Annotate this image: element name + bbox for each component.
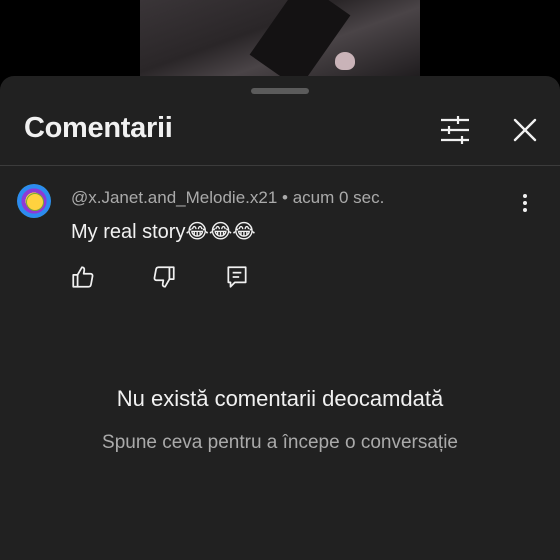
drag-handle[interactable] (251, 88, 309, 94)
dislike-button[interactable] (151, 264, 177, 290)
close-icon (513, 118, 537, 142)
thumbnail-highlight (335, 52, 355, 70)
sliders-icon (441, 116, 469, 144)
comment-item: @x.Janet.and_Melodie.x21 • acum 0 sec. M… (0, 176, 560, 296)
like-button[interactable] (70, 264, 96, 290)
sheet-title: Comentarii (24, 112, 173, 144)
meta-separator: • (282, 188, 288, 207)
comment-text: My real story😂😂😂 (71, 221, 256, 243)
comment-meta: @x.Janet.and_Melodie.x21 • acum 0 sec. (71, 188, 384, 208)
comment-author[interactable]: @x.Janet.and_Melodie.x21 (71, 188, 277, 207)
header-divider (0, 165, 560, 166)
more-vertical-icon (523, 194, 527, 212)
thumbnail-shadow (249, 0, 351, 80)
comments-sheet: Comentarii @x.Janet.and_Melodie.x21 • ac… (0, 76, 560, 560)
avatar-face (26, 193, 44, 211)
comment-more-button[interactable] (515, 192, 535, 214)
avatar[interactable] (17, 184, 51, 218)
empty-state-title: Nu există comentarii deocamdată (116, 386, 444, 411)
close-button[interactable] (511, 116, 539, 144)
comment-time: acum 0 sec. (292, 188, 385, 207)
reply-button[interactable] (224, 264, 250, 290)
thumbs-down-icon (153, 266, 175, 288)
video-thumbnail (140, 0, 420, 80)
thumbs-up-icon (72, 266, 94, 288)
filter-sort-button[interactable] (438, 114, 472, 146)
empty-state-subtitle: Spune ceva pentru a începe o conversație (102, 432, 458, 453)
reply-comment-icon (227, 266, 247, 288)
